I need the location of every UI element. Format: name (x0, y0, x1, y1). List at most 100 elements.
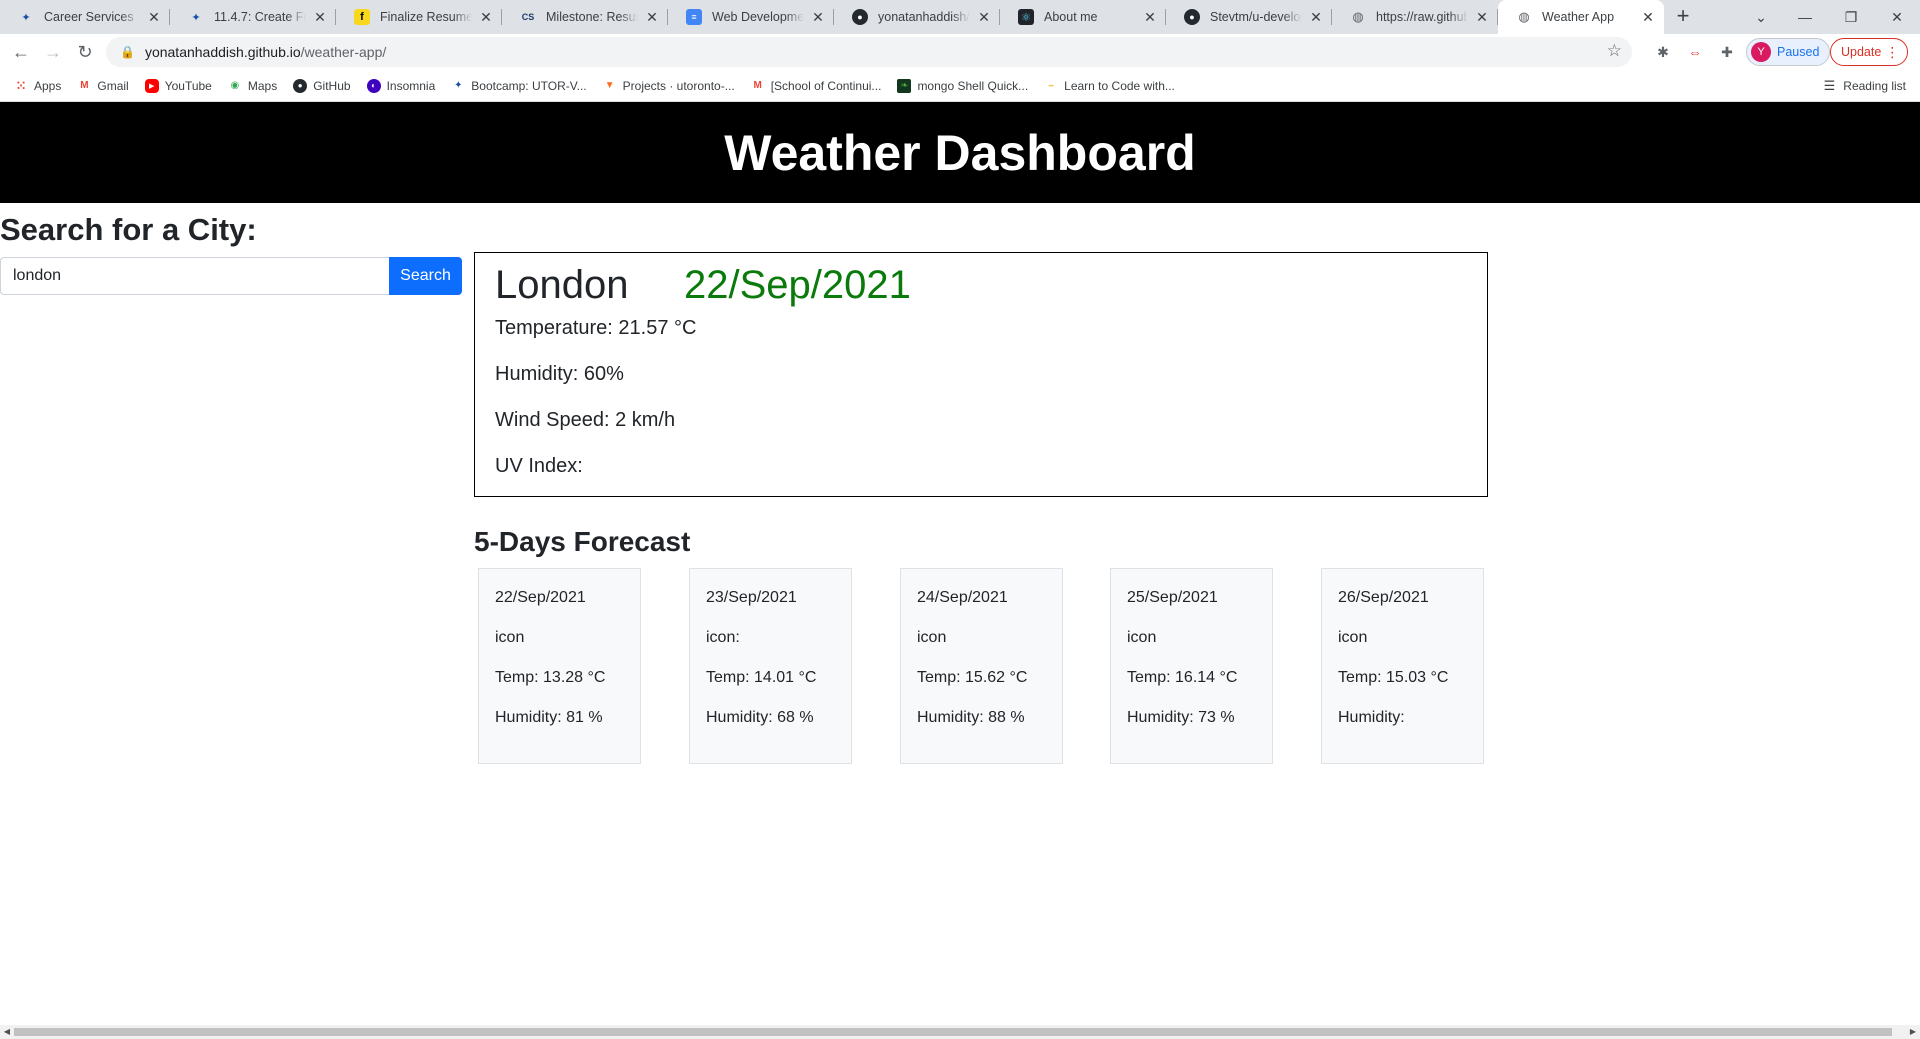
tab-web-development[interactable]: ≡ Web Development ✕ (668, 0, 834, 34)
github-icon: ● (852, 9, 868, 25)
search-title: Search for a City: (0, 212, 257, 247)
tab-label: About me (1044, 10, 1098, 24)
close-icon[interactable]: ✕ (1308, 9, 1324, 26)
forecast-icon: icon (1338, 629, 1368, 646)
apps-grid-icon: ⁙ (15, 78, 27, 93)
scroll-right-icon[interactable]: ▶ (1906, 1025, 1920, 1039)
forward-icon[interactable]: → (40, 39, 66, 65)
forecast-date: 26/Sep/2021 (1338, 589, 1429, 606)
bookmark-mongo[interactable]: ❧ mongo Shell Quick... (897, 78, 1028, 93)
bookmark-star-icon[interactable]: ☆ (1607, 41, 1622, 61)
forecast-date: 24/Sep/2021 (917, 589, 1008, 606)
globe-icon: ◍ (1518, 9, 1530, 24)
bookmark-label: YouTube (164, 78, 212, 93)
forecast-humidity: Humidity: 88 % (917, 709, 1025, 726)
bookmark-learn[interactable]: ⎯ Learn to Code with... (1044, 79, 1175, 93)
minimize-icon[interactable]: — (1782, 0, 1828, 34)
window-close-icon[interactable]: ✕ (1874, 0, 1920, 34)
maximize-icon[interactable]: ❐ (1828, 0, 1874, 34)
forecast-card: 23/Sep/2021 icon: Temp: 14.01 °C Humidit… (689, 568, 852, 764)
current-date: 22/Sep/2021 (684, 263, 911, 307)
reading-list-label: Reading list (1843, 79, 1906, 93)
cs-icon: CS (521, 12, 535, 22)
current-uv-index: UV Index: (495, 455, 583, 477)
close-icon[interactable]: ✕ (312, 9, 328, 26)
scroll-left-icon[interactable]: ◀ (0, 1025, 14, 1039)
tab-label: Web Development (712, 10, 804, 24)
tab-about-me[interactable]: ⚛ About me ✕ (1000, 0, 1166, 34)
forecast-temp: Temp: 15.03 °C (1338, 669, 1449, 686)
bookmark-maps[interactable]: ◉ Maps (228, 79, 277, 93)
close-icon[interactable]: ✕ (644, 9, 660, 26)
close-icon[interactable]: ✕ (146, 9, 162, 26)
tab-create-front[interactable]: ✦ 11.4.7: Create Front ✕ (170, 0, 336, 34)
scrollbar-thumb[interactable] (14, 1028, 1892, 1036)
tab-label: Stevtm/u-develop (1210, 10, 1302, 24)
extension-arrows-icon[interactable]: ⇔ (1686, 43, 1704, 61)
tab-search-icon[interactable]: ⌄ (1738, 0, 1784, 34)
insomnia-icon: ◐ (366, 78, 381, 93)
toolbar: ← → ↻ 🔒 yonatanhaddish.github.io /weathe… (0, 34, 1920, 70)
bookmark-apps[interactable]: ⁙ Apps (14, 79, 61, 93)
close-icon[interactable]: ✕ (976, 9, 992, 26)
tab-career-services[interactable]: ✦ Career Services ✕ (0, 0, 170, 34)
forecast-temp: Temp: 14.01 °C (706, 669, 817, 686)
current-weather-card: London 22/Sep/2021 Temperature: 21.57 °C… (474, 252, 1488, 497)
close-icon[interactable]: ✕ (810, 9, 826, 26)
update-button[interactable]: Update ⋮ (1830, 38, 1909, 66)
address-path: /weather-app/ (300, 44, 387, 60)
close-icon[interactable]: ✕ (478, 9, 494, 26)
bookmark-youtube[interactable]: ▶ YouTube (144, 78, 212, 93)
tab-milestone-resume[interactable]: CS Milestone: Resume ✕ (502, 0, 668, 34)
tab-raw-github[interactable]: ◍ https://raw.github ✕ (1332, 0, 1498, 34)
bookmark-label: Bootcamp: UTOR-V... (471, 78, 587, 93)
bookmark-school[interactable]: M [School of Continui... (751, 79, 882, 93)
tab-weather-app[interactable]: ◍ Weather App ✕ (1498, 0, 1664, 34)
extension-bug-icon[interactable]: ✱ (1654, 43, 1672, 61)
new-tab-button[interactable]: + (1670, 4, 1696, 30)
profile-status: Paused (1777, 45, 1820, 59)
bookmarks-bar: ⁙ Apps M Gmail ▶ YouTube ◉ Maps ● GitHub ◐ Ins… (0, 70, 1920, 102)
menu-dots-icon[interactable]: ⋮ (1885, 44, 1899, 61)
bookmark-label: GitHub (313, 78, 351, 93)
tab-label: Finalize Resume - F (380, 10, 472, 24)
extensions-puzzle-icon[interactable]: ✚ (1718, 43, 1736, 61)
gmail-icon: M (80, 80, 89, 91)
horizontal-scrollbar[interactable]: ◀ ▶ (0, 1025, 1920, 1039)
forecast-date: 22/Sep/2021 (495, 589, 586, 606)
tab-label: yonatanhaddish/w (878, 10, 970, 24)
maps-icon: ◉ (230, 80, 240, 91)
tab-github-weather[interactable]: ● yonatanhaddish/w ✕ (834, 0, 1000, 34)
bookmark-insomnia[interactable]: ◐ Insomnia (366, 78, 435, 93)
forecast-title: 5-Days Forecast (474, 526, 691, 557)
reload-icon[interactable]: ↻ (72, 39, 98, 65)
bookmark-github[interactable]: ● GitHub (293, 78, 351, 93)
resume-icon: f (354, 9, 370, 25)
forecast-card: 22/Sep/2021 icon Temp: 13.28 °C Humidity… (478, 568, 641, 764)
close-icon[interactable]: ✕ (1142, 9, 1158, 26)
mongo-icon: ❧ (897, 78, 912, 93)
search-button[interactable]: Search (389, 257, 462, 295)
tab-github-stevtm[interactable]: ● Stevtm/u-develop ✕ (1166, 0, 1332, 34)
github-icon: ● (1184, 9, 1200, 25)
close-icon[interactable]: ✕ (1474, 9, 1490, 26)
bookmark-projects[interactable]: ▼ Projects · utoronto-... (603, 79, 735, 93)
forecast-temp: Temp: 16.14 °C (1127, 669, 1238, 686)
reading-list[interactable]: ☰ Reading list (1824, 78, 1906, 94)
bookmark-label: Gmail (97, 78, 129, 93)
bookmark-label: Maps (247, 78, 278, 93)
forecast-card: 24/Sep/2021 icon Temp: 15.62 °C Humidity… (900, 568, 1063, 764)
browser-chrome: ✦ Career Services ✕ ✦ 11.4.7: Create Fro… (0, 0, 1920, 102)
forecast-humidity: Humidity: 68 % (706, 709, 814, 726)
bookmark-bootcamp[interactable]: ✦ Bootcamp: UTOR-V... (451, 78, 587, 93)
profile-button[interactable]: Y Paused (1746, 38, 1831, 66)
search-input[interactable] (0, 257, 389, 295)
youtube-icon: ▶ (144, 78, 159, 93)
bookmark-gmail[interactable]: M Gmail (77, 78, 129, 93)
close-icon[interactable]: ✕ (1640, 9, 1656, 26)
tab-finalize-resume[interactable]: f Finalize Resume - F ✕ (336, 0, 502, 34)
address-bar[interactable]: 🔒 yonatanhaddish.github.io /weather-app/… (106, 37, 1632, 67)
back-icon[interactable]: ← (8, 39, 34, 65)
tab-label: https://raw.github (1376, 10, 1468, 24)
forecast-icon: icon: (706, 629, 740, 646)
